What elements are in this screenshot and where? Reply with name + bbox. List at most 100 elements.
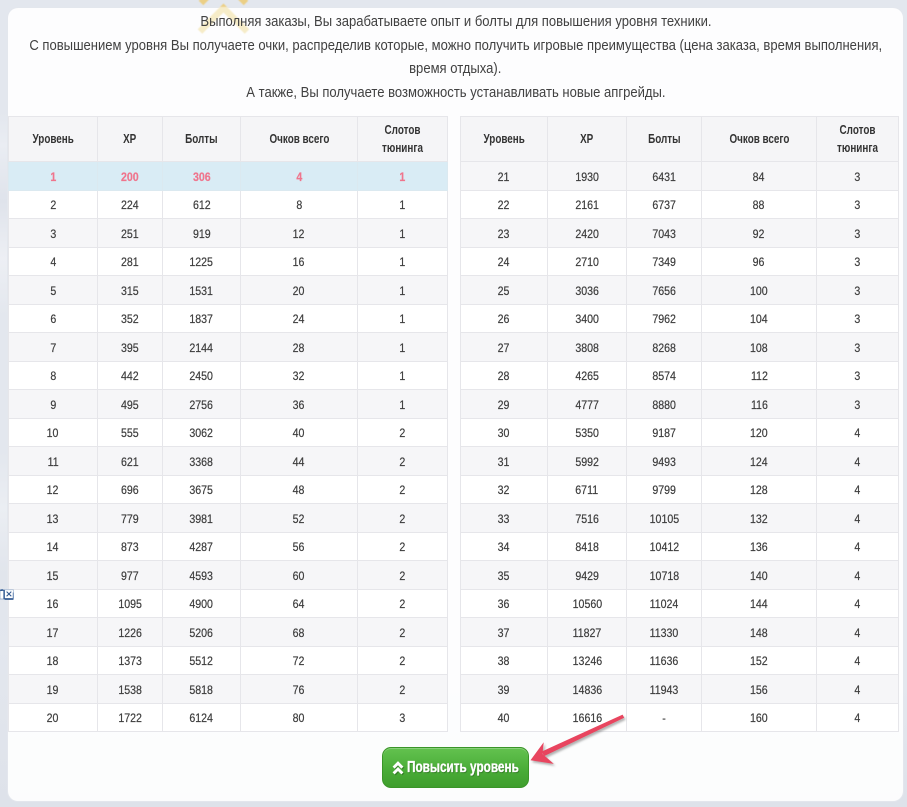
table-cell: 76	[241, 675, 358, 704]
table-cell: 3675	[163, 475, 241, 504]
table-cell: 156	[702, 675, 817, 704]
table-cell: 1	[358, 219, 448, 248]
table-cell: 136	[702, 532, 817, 561]
table-cell: 1531	[163, 276, 241, 305]
table-row: 25303676561003	[461, 276, 899, 305]
level-up-button[interactable]: Повысить уровень	[382, 747, 529, 788]
column-header: XP	[98, 117, 163, 162]
table-cell: 10412	[627, 532, 702, 561]
table-cell: 2161	[548, 190, 627, 219]
table-cell: 1	[358, 361, 448, 390]
column-header: Слотов тюнинга	[358, 117, 448, 162]
table-row: 31599294931244	[461, 447, 899, 476]
column-header: Болты	[163, 117, 241, 162]
table-cell: 9493	[627, 447, 702, 476]
table-cell: 3	[817, 219, 899, 248]
table-row: 28426585741123	[461, 361, 899, 390]
table-cell: 1	[9, 162, 98, 191]
table-row: 27380882681083	[461, 333, 899, 362]
table-cell: 6	[9, 304, 98, 333]
table-cell: 152	[702, 646, 817, 675]
table-cell: 1	[358, 276, 448, 305]
table-cell: 779	[98, 504, 163, 533]
table-cell: 3	[817, 304, 899, 333]
table-cell: 10718	[627, 561, 702, 590]
table-row: 4016616-1604	[461, 703, 899, 732]
table-cell: 10	[9, 418, 98, 447]
table-cell: 14836	[548, 675, 627, 704]
table-cell: 20	[9, 703, 98, 732]
table-cell: 16	[9, 589, 98, 618]
table-cell: 1	[358, 304, 448, 333]
table-cell: 4	[817, 618, 899, 647]
table-cell: 48	[241, 475, 358, 504]
table-cell: 1225	[163, 247, 241, 276]
table-cell: 2144	[163, 333, 241, 362]
table-cell: 1	[358, 333, 448, 362]
table-cell: 32	[461, 475, 548, 504]
table-cell: 16616	[548, 703, 627, 732]
table-row: 29477788801163	[461, 390, 899, 419]
table-cell: 92	[702, 219, 817, 248]
table-cell: 35	[461, 561, 548, 590]
table-cell: 11	[9, 447, 98, 476]
table-cell: 108	[702, 333, 817, 362]
table-cell: 9429	[548, 561, 627, 590]
table-cell: 3036	[548, 276, 627, 305]
column-header: Болты	[627, 117, 702, 162]
table-cell: 120	[702, 418, 817, 447]
table-row: 105553062402	[9, 418, 448, 447]
table-cell: 8	[241, 190, 358, 219]
table-cell: 40	[241, 418, 358, 447]
button-row: Повысить уровень	[8, 747, 903, 788]
table-cell: 12	[241, 219, 358, 248]
table-cell: 72	[241, 646, 358, 675]
table-row: 2427107349963	[461, 247, 899, 276]
table-cell: 18	[9, 646, 98, 675]
table-cell: 2	[358, 675, 448, 704]
table-cell: 33	[461, 504, 548, 533]
table-row: 1813735512722	[9, 646, 448, 675]
table-cell: 14	[9, 532, 98, 561]
table-row: 63521837241	[9, 304, 448, 333]
table-row: 3914836119431564	[461, 675, 899, 704]
table-cell: 36	[241, 390, 358, 419]
table-cell: 3	[817, 276, 899, 305]
table-cell: 3981	[163, 504, 241, 533]
table-cell: 2	[358, 561, 448, 590]
table-cell: 4593	[163, 561, 241, 590]
background-texture	[0, 0, 7, 807]
table-cell: 5350	[548, 418, 627, 447]
table-cell: 32	[241, 361, 358, 390]
table-cell: 2	[358, 589, 448, 618]
table-row: 73952144281	[9, 333, 448, 362]
table-cell: 3062	[163, 418, 241, 447]
table-row: 84422450321	[9, 361, 448, 390]
table-row: 53151531201	[9, 276, 448, 305]
table-cell: 2	[358, 504, 448, 533]
table-cell: 12	[9, 475, 98, 504]
table-cell: 3368	[163, 447, 241, 476]
table-cell: 315	[98, 276, 163, 305]
table-cell: 30	[461, 418, 548, 447]
table-cell: 10105	[627, 504, 702, 533]
table-cell: 56	[241, 532, 358, 561]
table-cell: 96	[702, 247, 817, 276]
table-cell: 11636	[627, 646, 702, 675]
intro-line-3: А также, Вы получаете возможность устана…	[8, 82, 903, 106]
table-cell: 2	[358, 646, 448, 675]
levels-table-1-20: УровеньXPБолтыОчков всегоСлотов тюнинга …	[8, 116, 448, 732]
level-up-button-label: Повысить уровень	[407, 759, 492, 777]
table-cell: 8418	[548, 532, 627, 561]
table-cell: 2756	[163, 390, 241, 419]
intro-line-1-text: Выполняя заказы, Вы зарабатываете опыт и…	[200, 11, 711, 35]
table-cell: 621	[98, 447, 163, 476]
table-cell: 44	[241, 447, 358, 476]
table-cell: 2	[9, 190, 98, 219]
table-cell: 4	[817, 675, 899, 704]
table-cell: 1	[358, 247, 448, 276]
table-cell: 696	[98, 475, 163, 504]
intro-line-2b: время отдыха).	[8, 58, 903, 82]
table-cell: 112	[702, 361, 817, 390]
table-cell: 873	[98, 532, 163, 561]
